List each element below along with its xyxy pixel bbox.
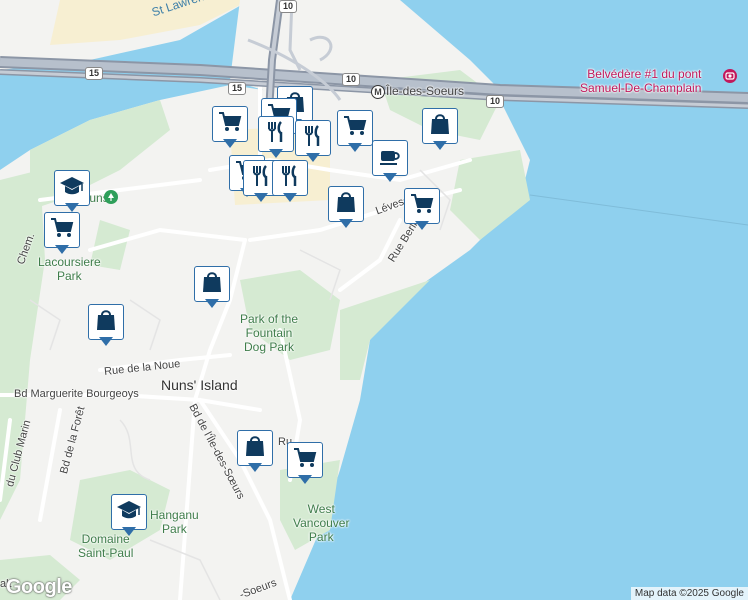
map-marker-restaurant[interactable]: [295, 120, 331, 164]
map-marker-grocery[interactable]: [44, 212, 80, 256]
marker-pointer: [339, 219, 353, 228]
marker-box: [337, 110, 373, 146]
marker-pointer: [348, 143, 362, 152]
poi-label-belvedere: Belvédère #1 du pont Samuel-De-Champlain: [580, 67, 702, 95]
map-marker-grocery[interactable]: [212, 106, 248, 150]
metro-icon: M: [371, 85, 385, 99]
place-label-ile-des-soeurs: M Île-des-Soeurs: [371, 84, 464, 99]
highway-shield: 15: [228, 82, 247, 95]
shopping-bag-icon: [199, 269, 225, 300]
park-label-hanganu: Hanganu Park: [150, 508, 199, 536]
marker-box: [194, 266, 230, 302]
park-label-west-vancouver: West Vancouver Park: [293, 502, 350, 544]
marker-box: [287, 442, 323, 478]
map-marker-store[interactable]: [237, 430, 273, 474]
shopping-cart-icon: [49, 215, 75, 246]
shopping-cart-icon: [342, 113, 368, 144]
marker-box: [404, 188, 440, 224]
marker-box: [372, 140, 408, 176]
fork-knife-icon: [277, 163, 303, 194]
map-marker-restaurant[interactable]: [258, 116, 294, 160]
map-marker-grocery[interactable]: [404, 188, 440, 232]
marker-box: [258, 116, 294, 152]
marker-pointer: [306, 153, 320, 162]
marker-box: [88, 304, 124, 340]
map-marker-grocery[interactable]: [287, 442, 323, 486]
park-poi-icon: [104, 190, 118, 204]
marker-pointer: [383, 173, 397, 182]
marker-pointer: [99, 337, 113, 346]
marker-pointer: [269, 149, 283, 158]
shopping-bag-icon: [427, 111, 453, 142]
fork-knife-icon: [300, 123, 326, 154]
marker-box: [422, 108, 458, 144]
marker-box: [328, 186, 364, 222]
shopping-cart-icon: [409, 191, 435, 222]
marker-box: [54, 170, 90, 206]
coffee-cup-icon: [377, 143, 403, 174]
shopping-bag-icon: [333, 189, 359, 220]
marker-box: [44, 212, 80, 248]
marker-pointer: [65, 203, 79, 212]
park-label-fountain: Park of the Fountain Dog Park: [240, 312, 299, 354]
marker-pointer: [283, 193, 297, 202]
graduation-cap-icon: [116, 497, 142, 528]
highway-shield: 10: [486, 95, 505, 108]
marker-pointer: [248, 463, 262, 472]
street-label-marguerite: Bd Marguerite Bourgeoys: [14, 388, 139, 400]
google-logo[interactable]: Google: [6, 576, 72, 599]
marker-pointer: [55, 245, 69, 254]
marker-pointer: [254, 193, 268, 202]
fork-knife-icon: [248, 163, 274, 194]
marker-box: [295, 120, 331, 156]
map-marker-restaurant[interactable]: [272, 160, 308, 204]
marker-pointer: [122, 527, 136, 536]
marker-pointer: [415, 221, 429, 230]
marker-box: [237, 430, 273, 466]
map-marker-store[interactable]: [328, 186, 364, 230]
map-marker-store[interactable]: [422, 108, 458, 152]
map-attribution[interactable]: Map data ©2025 Google: [630, 587, 748, 600]
marker-box: [111, 494, 147, 530]
marker-pointer: [205, 299, 219, 308]
shopping-cart-icon: [217, 109, 243, 140]
shopping-bag-icon: [242, 433, 268, 464]
map-marker-store[interactable]: [88, 304, 124, 348]
map-marker-school[interactable]: [111, 494, 147, 538]
marker-box: [272, 160, 308, 196]
map-canvas[interactable]: St Lawrence Ri Nuns' Island MÎle-des-Soe…: [0, 0, 748, 600]
marker-pointer: [223, 139, 237, 148]
camera-poi-icon: [723, 69, 737, 83]
highway-shield: 10: [279, 0, 298, 13]
park-label-lacoursiere: Lacoursiere Park: [38, 255, 101, 283]
map-marker-grocery[interactable]: [337, 110, 373, 154]
map-marker-cafe[interactable]: [372, 140, 408, 184]
shopping-cart-icon: [292, 445, 318, 476]
graduation-cap-icon: [59, 173, 85, 204]
map-marker-store[interactable]: [194, 266, 230, 310]
highway-shield: 15: [85, 67, 104, 80]
marker-pointer: [433, 141, 447, 150]
map-marker-school[interactable]: [54, 170, 90, 214]
place-label-nuns-island: Nuns' Island: [161, 377, 238, 393]
highway-shield: 10: [342, 73, 361, 86]
marker-pointer: [298, 475, 312, 484]
shopping-bag-icon: [93, 307, 119, 338]
fork-knife-icon: [263, 119, 289, 150]
marker-box: [212, 106, 248, 142]
